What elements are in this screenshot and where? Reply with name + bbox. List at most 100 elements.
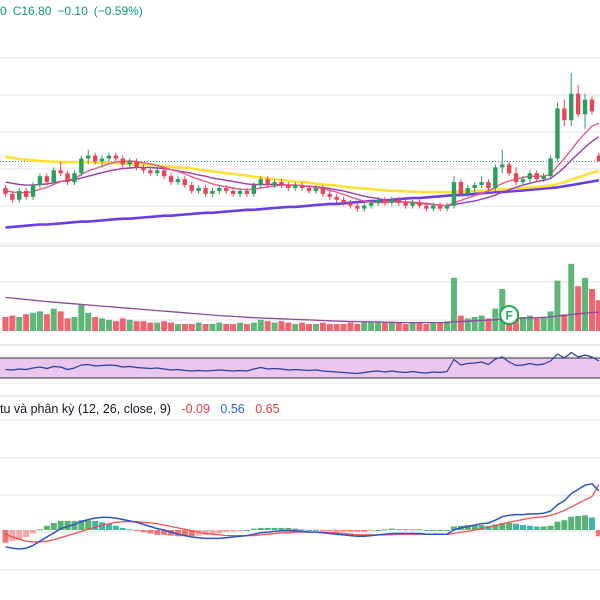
volume-bar bbox=[112, 321, 119, 331]
candle-body bbox=[334, 196, 339, 200]
macd-histogram-bar bbox=[444, 530, 451, 531]
candle-body bbox=[410, 202, 415, 206]
candle-body bbox=[389, 199, 395, 203]
volume-bar bbox=[292, 324, 299, 331]
candle-body bbox=[3, 188, 8, 194]
candle-body bbox=[10, 193, 15, 200]
candle-body bbox=[541, 176, 546, 180]
macd-histogram-bar bbox=[140, 530, 147, 533]
volume-bar bbox=[368, 322, 375, 331]
trading-chart[interactable]: F bbox=[0, 0, 600, 600]
candle-body bbox=[375, 199, 381, 203]
candle-body bbox=[382, 199, 388, 203]
macd-histogram-bar bbox=[540, 526, 547, 530]
candle-body bbox=[99, 158, 105, 162]
close-value: C16.80 bbox=[12, 4, 52, 18]
macd-title: tu và phân kỳ (12, 26, close, 9) bbox=[0, 402, 171, 416]
macd-histogram-bar bbox=[582, 515, 589, 530]
candle-body bbox=[348, 202, 353, 206]
volume-bar bbox=[23, 314, 30, 331]
macd-histogram-bar bbox=[595, 530, 600, 537]
macd-histogram-bar bbox=[292, 528, 299, 530]
change-percent: (−0.59%) bbox=[93, 4, 143, 18]
volume-bar bbox=[326, 324, 333, 331]
volume-bar bbox=[119, 318, 126, 331]
volume-bar bbox=[402, 324, 409, 331]
volume-bar bbox=[209, 324, 216, 331]
candle-body bbox=[479, 182, 484, 186]
volume-bar bbox=[416, 322, 423, 331]
macd-histogram-bar bbox=[561, 520, 568, 530]
volume-bar bbox=[299, 322, 306, 331]
volume-bar bbox=[423, 324, 430, 331]
candle-body bbox=[403, 202, 408, 206]
volume-bar bbox=[409, 322, 416, 331]
candle-body bbox=[196, 188, 201, 191]
volume-bar bbox=[43, 314, 50, 331]
candle-body bbox=[362, 205, 367, 209]
candle-body bbox=[182, 179, 188, 186]
volume-bar bbox=[181, 324, 188, 331]
macd-histogram-bar bbox=[119, 527, 126, 530]
volume-bar bbox=[64, 318, 71, 331]
volume-bar bbox=[595, 300, 600, 331]
volume-bar bbox=[430, 322, 437, 331]
candle-body bbox=[313, 188, 319, 191]
candle-body bbox=[493, 167, 498, 188]
macd-histogram-bar bbox=[381, 529, 388, 531]
candle-body bbox=[244, 190, 250, 194]
candle-body bbox=[424, 205, 429, 209]
volume-bar bbox=[161, 321, 168, 331]
volume-bar bbox=[554, 280, 561, 331]
candle-body bbox=[451, 182, 457, 206]
candle-body bbox=[44, 176, 50, 183]
volume-bar bbox=[71, 317, 78, 331]
volume-bar bbox=[271, 322, 278, 331]
macd-histogram-bar bbox=[409, 529, 416, 531]
candle-body bbox=[86, 155, 91, 159]
macd-histogram-bar bbox=[271, 527, 278, 530]
candle-body bbox=[596, 155, 600, 162]
change-value: −0.10 bbox=[57, 4, 88, 18]
volume-bar bbox=[561, 314, 568, 331]
candle-body bbox=[230, 190, 236, 194]
volume-bar bbox=[243, 324, 250, 331]
macd-histogram-bar bbox=[416, 529, 423, 531]
volume-bar bbox=[92, 317, 99, 331]
macd-histogram-bar bbox=[333, 530, 340, 532]
macd-histogram-bar bbox=[423, 530, 430, 531]
volume-bar bbox=[230, 324, 237, 331]
macd-legend: tu và phân kỳ (12, 26, close, 9) -0.09 0… bbox=[0, 402, 287, 416]
candle-body bbox=[203, 188, 208, 194]
candle-body bbox=[251, 185, 257, 194]
volume-bar bbox=[30, 312, 37, 331]
volume-bar bbox=[78, 304, 85, 331]
candle-body bbox=[23, 190, 29, 197]
macd-line-value: 0.56 bbox=[220, 402, 245, 416]
macd-histogram-bar bbox=[388, 528, 395, 530]
candle-body bbox=[299, 185, 305, 188]
macd-signal-line bbox=[5, 484, 600, 543]
volume-bar bbox=[347, 322, 354, 331]
macd-histogram-bar bbox=[347, 530, 354, 532]
volume-bar bbox=[437, 322, 444, 331]
volume-bar bbox=[471, 317, 478, 331]
volume-bar bbox=[340, 324, 347, 331]
macd-histogram-bar bbox=[319, 530, 326, 531]
volume-bar bbox=[319, 322, 326, 331]
volume-bar bbox=[388, 322, 395, 331]
volume-bar bbox=[168, 322, 175, 331]
volume-bar bbox=[250, 322, 257, 331]
volume-bar bbox=[306, 324, 313, 331]
candle-body bbox=[548, 158, 553, 177]
volume-bar bbox=[223, 324, 230, 331]
macd-histogram-bar bbox=[278, 527, 285, 530]
macd-histogram-bar bbox=[547, 525, 554, 530]
volume-bar bbox=[85, 312, 92, 331]
candle-body bbox=[458, 182, 464, 194]
volume-bar bbox=[99, 318, 106, 331]
macd-histogram-bar bbox=[216, 530, 223, 534]
volume-bar bbox=[195, 322, 202, 331]
macd-histogram-bar bbox=[126, 529, 133, 531]
volume-bar bbox=[278, 321, 285, 331]
